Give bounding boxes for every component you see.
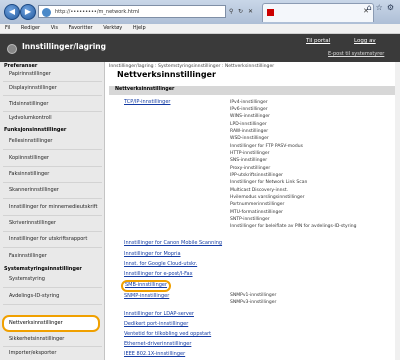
address-bar[interactable]: http://•••••••••/m_network.html <box>38 5 226 18</box>
tcpip-settings-link[interactable]: TCP/IP-innstillinger <box>124 99 170 105</box>
ieee8021x-link[interactable]: IEEE 802.1X-innstillinger <box>124 351 185 357</box>
sidebar-item-fax[interactable]: Faksinnstillinger <box>9 171 49 177</box>
sidebar-item-system[interactable]: Systemstyring <box>9 276 45 282</box>
dedicated-port-link[interactable]: Dedikert port-innstillinger <box>124 321 188 327</box>
divider <box>3 166 102 167</box>
browser-tab[interactable]: ✕ <box>262 3 374 22</box>
snmp-item: SNMPv3-innstillinger <box>230 300 277 305</box>
page-title: Nettverksinnstillinger <box>117 70 216 79</box>
snmp-settings-link[interactable]: SNMP-innstillinger <box>124 293 169 299</box>
search-icon[interactable]: ⚲ <box>229 6 233 17</box>
breadcrumb: Innstillinger/lagring : Systemstyringsin… <box>109 64 275 69</box>
tcpip-item: WSD-innstillinger <box>230 136 269 141</box>
menu-view[interactable]: Vis <box>51 25 58 31</box>
menu-bar: Fil Rediger Vis Favoritter Verktøy Hjelp <box>0 24 400 34</box>
sidebar-item-media-print[interactable]: Innstillinger for minnemedieutskrift <box>9 204 97 210</box>
email-admin-link[interactable]: E-post til systemstyrer <box>328 51 384 57</box>
tcpip-item: IPP-utskriftsinnstillinger <box>230 173 283 178</box>
refresh-icon[interactable]: ↻ <box>238 6 243 17</box>
tcpip-item: MTU-formatinnstillinger <box>230 210 283 215</box>
star-icon[interactable]: ☆ <box>376 3 383 12</box>
menu-edit[interactable]: Rediger <box>21 25 40 31</box>
home-icon[interactable]: ⌂ <box>367 3 372 12</box>
forward-icon[interactable]: ▶ <box>20 4 36 20</box>
sidebar-item-import-export[interactable]: Importer/eksporter <box>9 350 56 356</box>
sidebar-item-copy[interactable]: Kopiinnstillinger <box>9 155 49 161</box>
tcpip-item: Innstillinger for FTP PASV-modus <box>230 144 303 149</box>
tcpip-item: Proxy-innstillinger <box>230 166 271 171</box>
tcpip-item: Portnummerinnstillinger <box>230 202 285 207</box>
logout-link[interactable]: Logg av <box>354 38 376 44</box>
divider <box>3 198 102 199</box>
sidebar-item-faxsettings[interactable]: Faxinnstillinger <box>9 253 47 259</box>
menu-tools[interactable]: Verktøy <box>103 25 122 31</box>
sidebar-item-paper[interactable]: Papirinnstillinger <box>9 71 51 77</box>
divider <box>3 95 102 96</box>
window-controls: ⌂ ☆ ⚙ <box>363 3 394 12</box>
tcpip-item: RAW-innstillinger <box>230 129 269 134</box>
ldap-server-link[interactable]: Innstillinger for LDAP-server <box>124 311 194 317</box>
sidebar-item-network[interactable]: Nettverksinnstillinger <box>9 320 63 326</box>
tcpip-item: Hvilemodus varslingsinnstillinger <box>230 195 305 200</box>
tcpip-item: SNTP-innstillinger <box>230 217 270 222</box>
menu-help[interactable]: Hjelp <box>133 25 146 31</box>
snmp-item: SNMPv1-innstillinger <box>230 293 277 298</box>
ethernet-driver-link[interactable]: Ethernet-driverinnstillinger <box>124 341 191 347</box>
sidebar-item-volume[interactable]: Lydvolumkontroll <box>9 115 52 121</box>
divider <box>3 215 102 216</box>
google-cloud-print-link[interactable]: Innst. for Google Cloud-utskr. <box>124 261 197 267</box>
sidebar-heading-preferences: Preferanser <box>4 63 38 69</box>
sidebar-item-department-id[interactable]: Avdelings-ID-styring <box>9 293 59 299</box>
app-title: Innstillinger/lagring <box>22 42 107 51</box>
tcpip-item: IPv6-innstillinger <box>230 107 268 112</box>
settings-logo-icon <box>7 44 17 54</box>
divider <box>3 111 102 112</box>
globe-icon <box>42 8 51 17</box>
sidebar-item-security[interactable]: Sikkerhetsinnstillinger <box>9 336 64 342</box>
divider <box>3 231 102 232</box>
sidebar-item-report[interactable]: Innstillinger for utskriftsrapport <box>9 236 87 242</box>
stop-icon[interactable]: ✕ <box>248 6 253 17</box>
tcpip-item: Innstillinger for Network Link Scan <box>230 180 308 185</box>
tcpip-item: WINS-innstillinger <box>230 114 271 119</box>
address-url: http://•••••••••/m_network.html <box>55 9 140 15</box>
sidebar-heading-functions: Funksjonsinnstillinger <box>4 127 67 133</box>
tab-favicon-icon <box>267 9 274 16</box>
divider <box>3 287 102 288</box>
smb-settings-link[interactable]: SMB-innstillinger <box>125 282 167 288</box>
sidebar-item-time[interactable]: Tidsinnstillinger <box>9 101 48 107</box>
tcpip-item: SNS-innstillinger <box>230 158 268 163</box>
scrollbar[interactable] <box>395 62 400 360</box>
divider <box>3 81 102 82</box>
menu-file[interactable]: Fil <box>5 25 10 31</box>
sidebar-item-common[interactable]: Fellesinnstillinger <box>9 138 52 144</box>
startup-wait-link[interactable]: Ventetid for tilkobling ved oppstart <box>124 331 211 337</box>
divider <box>3 346 102 347</box>
tcpip-item: Multicast Discovery-innst. <box>230 188 289 193</box>
email-ifax-link[interactable]: Innstillinger for e-post/I-Fax <box>124 271 193 277</box>
sidebar-item-display[interactable]: Displayinnstillinger <box>9 85 57 91</box>
divider <box>3 149 102 150</box>
back-icon[interactable]: ◀ <box>4 4 20 20</box>
to-portal-link[interactable]: Til portal <box>306 38 330 44</box>
app-header: Innstillinger/lagring Til portal Logg av… <box>0 34 400 62</box>
browser-titlebar: ◀ ▶ http://•••••••••/m_network.html ⚲ ↻ … <box>0 0 400 25</box>
menu-favorites[interactable]: Favoritter <box>69 25 93 31</box>
divider <box>3 182 102 183</box>
divider <box>3 304 102 305</box>
sidebar-heading-system: Systemstyringsinnstillinger <box>4 266 82 272</box>
mopria-link[interactable]: Innstillinger for Mopria <box>124 251 181 257</box>
sidebar-item-printer[interactable]: Skriverinnstillinger <box>9 220 56 226</box>
tcpip-item: HTTP-innstillinger <box>230 151 270 156</box>
tcpip-item: IPv4-innstillinger <box>230 100 268 105</box>
sidebar-item-scanner[interactable]: Skannerinnstillinger <box>9 187 59 193</box>
section-header: Nettverksinnstillinger <box>109 86 398 95</box>
tcpip-item: LPD-innstillinger <box>230 122 267 127</box>
section-title: Nettverksinnstillinger <box>115 87 175 92</box>
gear-icon[interactable]: ⚙ <box>387 3 394 12</box>
tcpip-item: Innstillinger for beleiflate av PIN for … <box>230 224 357 229</box>
divider <box>3 247 102 248</box>
canon-mobile-scanning-link[interactable]: Innstillinger for Canon Mobile Scanning <box>124 240 222 246</box>
